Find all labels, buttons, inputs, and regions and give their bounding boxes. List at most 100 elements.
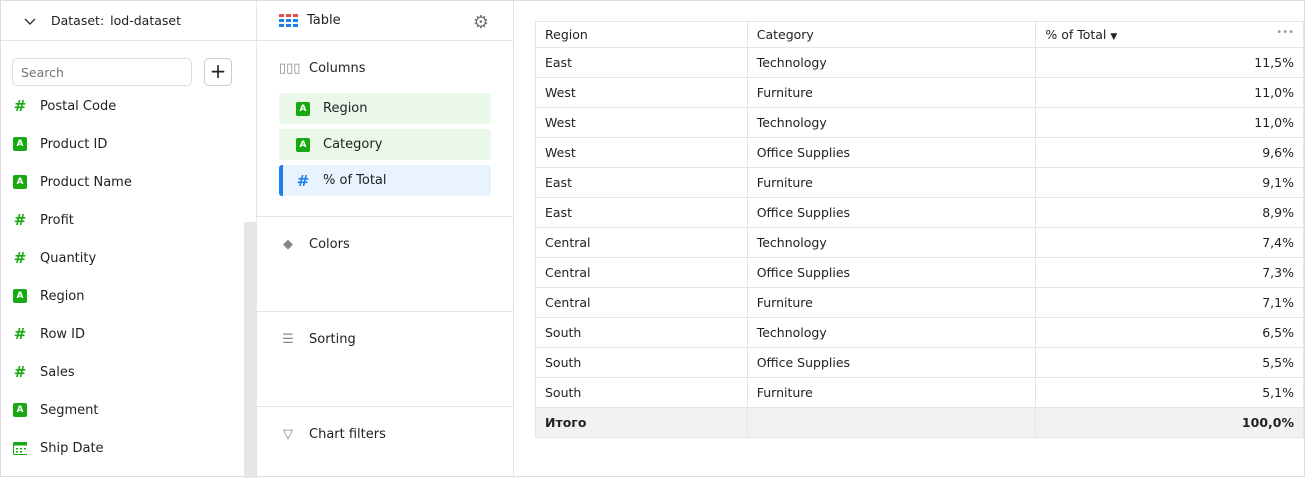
field-item[interactable]: # Sales (13, 362, 75, 382)
table-cell: 11,0% (1035, 107, 1304, 138)
total-cell: Итого (535, 407, 748, 438)
table-cell: Office Supplies (746, 137, 1037, 168)
string-type-icon: A (13, 175, 27, 189)
table-cell: South (535, 317, 748, 348)
columns-section: ▯▯▯ Columns A Region A Category # % of Total (257, 41, 513, 217)
number-type-icon: # (13, 97, 27, 115)
dataset-panel: Dataset: lod-dataset + # Postal Code A Prod… (1, 1, 257, 478)
table-cell: Furniture (746, 77, 1037, 108)
dataset-label: Dataset: (51, 13, 105, 28)
add-field-button[interactable]: + (204, 58, 232, 86)
field-name: Sales (40, 364, 75, 380)
header-region[interactable]: Region (535, 21, 748, 48)
colors-section[interactable]: ◆ Colors (257, 217, 513, 312)
table-cell: West (535, 107, 748, 138)
field-name: Product Name (40, 174, 132, 190)
total-cell (746, 407, 1037, 438)
field-item[interactable]: A Product Name (13, 172, 132, 192)
header-label: % of Total (1045, 27, 1107, 42)
table-row: West Technology 11,0% (535, 107, 1304, 138)
table-row: South Furniture 5,1% (535, 377, 1304, 408)
field-item[interactable]: # Profit (13, 210, 74, 230)
field-name: Product ID (40, 136, 108, 152)
number-type-icon: # (13, 249, 27, 267)
field-item[interactable]: # Postal Code (13, 96, 117, 116)
columns-title: Columns (309, 61, 366, 76)
header-percent-total[interactable]: % of Total ▼ ••• (1035, 21, 1304, 48)
table-cell: 7,4% (1035, 227, 1304, 258)
field-item[interactable]: # Row ID (13, 324, 85, 344)
number-type-icon: # (296, 171, 310, 190)
string-type-icon: A (13, 289, 27, 303)
field-name: Postal Code (40, 98, 117, 114)
filter-icon: ▽ (283, 427, 293, 442)
table-cell: South (535, 347, 748, 378)
dataset-name[interactable]: lod-dataset (110, 13, 181, 28)
table-cell: Office Supplies (746, 347, 1037, 378)
table-cell: Central (535, 287, 748, 318)
paint-bucket-icon: ◆ (283, 237, 293, 252)
field-item[interactable]: Ship Date (13, 438, 104, 458)
column-chip[interactable]: A Category (279, 129, 491, 160)
more-icon[interactable]: ••• (1276, 27, 1294, 38)
table-cell: 7,3% (1035, 257, 1304, 288)
table-row: West Office Supplies 9,6% (535, 137, 1304, 168)
field-name: Segment (40, 402, 99, 418)
column-chip[interactable]: # % of Total (279, 165, 491, 196)
search-input[interactable] (12, 58, 192, 86)
dataset-header[interactable]: Dataset: lod-dataset (1, 1, 256, 41)
column-chip[interactable]: A Region (279, 93, 491, 124)
field-item[interactable]: A Region (13, 286, 85, 306)
scrollbar[interactable] (244, 222, 256, 478)
table-row: Central Technology 7,4% (535, 227, 1304, 258)
filters-title: Chart filters (309, 427, 386, 442)
sorting-section[interactable]: ☰ Sorting (257, 312, 513, 407)
table-cell: Furniture (746, 167, 1037, 198)
sort-desc-icon: ▼ (1110, 32, 1118, 42)
total-row: Итого 100,0% (535, 407, 1304, 438)
table-cell: 9,1% (1035, 167, 1304, 198)
table-row: East Office Supplies 8,9% (535, 197, 1304, 228)
table-cell: East (535, 47, 748, 78)
visualization-panel: Table ⚙ ▯▯▯ Columns A Region A Category # % of… (257, 1, 514, 478)
table-cell: Technology (746, 47, 1037, 78)
gear-icon[interactable]: ⚙ (473, 12, 489, 33)
calendar-icon (13, 441, 27, 455)
table-cell: 5,5% (1035, 347, 1304, 378)
table-cell: Technology (746, 317, 1037, 348)
table-cell: Central (535, 227, 748, 258)
chip-label: Category (323, 137, 383, 152)
table-row: West Furniture 11,0% (535, 77, 1304, 108)
table-cell: South (535, 377, 748, 408)
field-item[interactable]: A Product ID (13, 134, 107, 154)
table-cell: 6,5% (1035, 317, 1304, 348)
filters-section[interactable]: ▽ Chart filters (257, 407, 513, 478)
table-row: South Office Supplies 5,5% (535, 347, 1304, 378)
table-cell: East (535, 197, 748, 228)
table-cell: Technology (746, 227, 1037, 258)
table-icon (279, 13, 298, 27)
table-row: South Technology 6,5% (535, 317, 1304, 348)
columns-icon: ▯▯▯ (279, 61, 301, 76)
number-type-icon: # (13, 211, 27, 229)
table-cell: Furniture (746, 287, 1037, 318)
field-item[interactable]: A Segment (13, 400, 99, 420)
table-cell: West (535, 137, 748, 168)
field-item[interactable]: # Quantity (13, 248, 96, 268)
sort-icon: ☰ (282, 332, 294, 347)
string-type-icon: A (13, 403, 27, 417)
table-cell: 11,5% (1035, 47, 1304, 78)
chip-label: % of Total (323, 173, 387, 188)
table-cell: 11,0% (1035, 77, 1304, 108)
header-category[interactable]: Category (746, 21, 1037, 48)
table-row: East Furniture 9,1% (535, 167, 1304, 198)
visualization-type[interactable]: Table (307, 13, 341, 28)
number-type-icon: # (13, 325, 27, 343)
table-row: Central Office Supplies 7,3% (535, 257, 1304, 288)
colors-title: Colors (309, 237, 350, 252)
table-cell: 8,9% (1035, 197, 1304, 228)
field-name: Ship Date (40, 440, 104, 456)
field-name: Row ID (40, 326, 86, 342)
chevron-down-icon[interactable] (23, 14, 37, 28)
string-type-icon: A (296, 101, 310, 116)
